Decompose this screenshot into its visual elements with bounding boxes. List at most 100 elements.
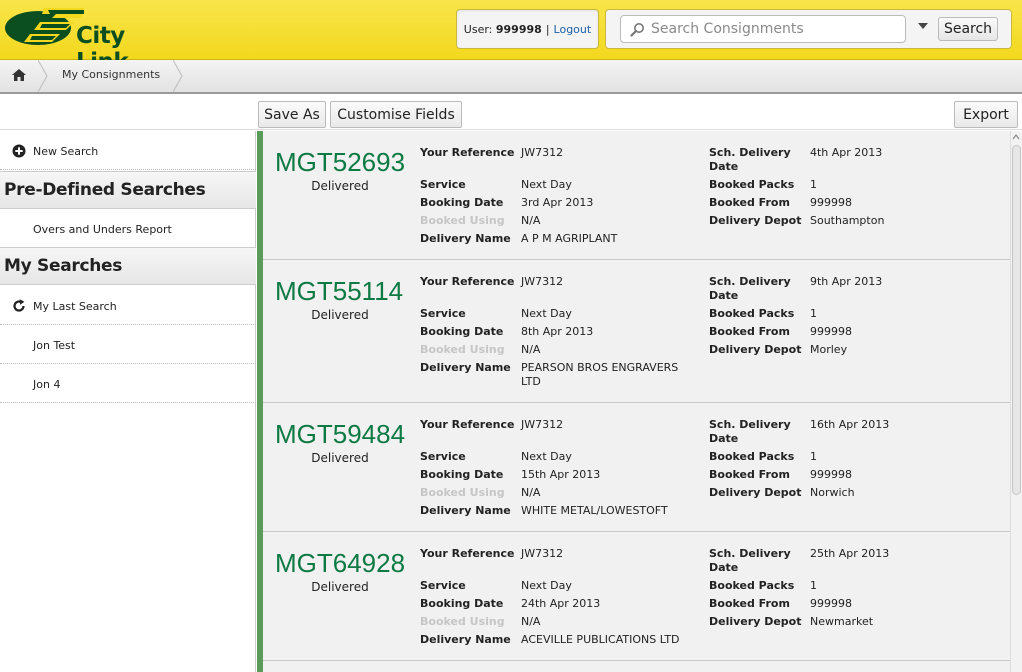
your-reference-label: Your Reference	[420, 146, 515, 159]
delivery-name-value: ACEVILLE PUBLICATIONS LTD	[521, 633, 680, 646]
customise-fields-button[interactable]: Customise Fields	[330, 101, 462, 128]
consignment-card[interactable]: MGT55114 Delivered Your Reference JW7312…	[263, 260, 1010, 403]
service-label: Service	[420, 450, 466, 463]
booked-using-value: N/A	[521, 486, 541, 499]
predefined-searches-heading: Pre-Defined Searches	[0, 171, 256, 209]
export-button[interactable]: Export	[954, 101, 1018, 128]
consignment-status: Delivered	[311, 580, 369, 594]
scrollbar-thumb[interactable]	[1012, 145, 1021, 495]
sidebar-item-label: My Last Search	[33, 300, 117, 313]
your-reference-value: JW7312	[521, 547, 564, 560]
booked-packs-label: Booked Packs	[709, 450, 795, 463]
sidebar-item-label: Overs and Unders Report	[33, 223, 172, 236]
city-link-logo[interactable]: City Link	[4, 4, 174, 75]
consignment-number[interactable]: MGT64928	[275, 548, 405, 579]
search-options-dropdown-icon[interactable]	[917, 20, 929, 32]
delivery-depot-value: Norwich	[810, 486, 855, 499]
save-as-button[interactable]: Save As	[258, 101, 326, 128]
results-toolbar: Save As Customise Fields Export	[0, 95, 1022, 130]
breadcrumb-home[interactable]	[0, 60, 40, 92]
your-reference-value: JW7312	[521, 418, 564, 431]
delivery-depot-label: Delivery Depot	[709, 486, 802, 499]
booked-packs-value: 1	[810, 579, 817, 592]
sidebar-item-new-search[interactable]: New Search	[0, 131, 256, 170]
sch-delivery-label: Sch. Delivery	[709, 418, 791, 431]
sidebar-item-label: Jon Test	[33, 339, 76, 352]
booked-packs-value: 1	[810, 450, 817, 463]
sch-delivery-date-value: 25th Apr 2013	[810, 547, 890, 560]
booking-date-value: 15th Apr 2013	[521, 468, 601, 481]
booked-using-label: Booked Using	[420, 343, 505, 356]
booked-using-value: N/A	[521, 615, 541, 628]
booked-from-value: 999998	[810, 597, 852, 610]
booked-using-label: Booked Using	[420, 615, 505, 628]
user-box: User: 999998 | Logout	[456, 9, 599, 49]
delivery-name-value: A P M AGRIPLANT	[521, 232, 618, 245]
scroll-up-icon[interactable]	[1011, 133, 1021, 141]
booked-packs-value: 1	[810, 307, 817, 320]
logo-swoosh-icon	[5, 8, 90, 45]
sidebar-item-jon-test[interactable]: Jon Test	[0, 325, 256, 364]
booked-using-value: N/A	[521, 343, 541, 356]
service-value: Next Day	[521, 178, 572, 191]
breadcrumb-current[interactable]: My Consignments	[62, 68, 160, 81]
delivery-name-label: Delivery Name	[420, 504, 511, 517]
service-value: Next Day	[521, 307, 572, 320]
booking-date-value: 24th Apr 2013	[521, 597, 601, 610]
search-button[interactable]: Search	[938, 17, 998, 41]
consignment-status: Delivered	[311, 179, 369, 193]
consignment-card[interactable]: MGT52693 Delivered Your Reference JW7312…	[263, 131, 1010, 260]
search-input[interactable]	[651, 19, 901, 39]
delivery-depot-value: Southampton	[810, 214, 885, 227]
consignment-number[interactable]: MGT52693	[275, 147, 405, 178]
consignment-card[interactable]	[263, 661, 1010, 672]
delivery-depot-value: Morley	[810, 343, 848, 356]
service-label: Service	[420, 307, 466, 320]
delivery-name-label: Delivery Name	[420, 232, 511, 245]
booking-date-label: Booking Date	[420, 468, 504, 481]
sch-delivery-date-value: 4th Apr 2013	[810, 146, 883, 159]
search-icon	[630, 23, 644, 37]
plus-circle-icon	[12, 144, 26, 158]
sidebar-item-jon-4[interactable]: Jon 4	[0, 364, 256, 403]
your-reference-value: JW7312	[521, 275, 564, 288]
booked-using-label: Booked Using	[420, 486, 505, 499]
consignment-list: MGT52693 Delivered Your Reference JW7312…	[257, 131, 1010, 672]
sidebar-item-overs-unders[interactable]: Overs and Unders Report	[0, 209, 256, 248]
service-value: Next Day	[521, 450, 572, 463]
logout-link[interactable]: Logout	[554, 23, 592, 36]
booked-packs-label: Booked Packs	[709, 307, 795, 320]
sidebar-item-label: Jon 4	[33, 378, 61, 391]
your-reference-label: Your Reference	[420, 547, 515, 560]
search-field[interactable]	[620, 15, 906, 43]
booking-date-value: 8th Apr 2013	[521, 325, 594, 338]
delivery-name-value: PEARSON BROS ENGRAVERS	[521, 361, 679, 374]
delivery-depot-label: Delivery Depot	[709, 214, 802, 227]
consignment-card[interactable]: MGT64928 Delivered Your Reference JW7312…	[263, 532, 1010, 661]
sch-delivery-date-label: Date	[709, 432, 739, 445]
breadcrumb: My Consignments	[0, 60, 1022, 94]
results-scrollbar[interactable]	[1010, 131, 1022, 672]
consignment-card[interactable]: MGT59484 Delivered Your Reference JW7312…	[263, 403, 1010, 532]
consignment-status: Delivered	[311, 308, 369, 322]
delivery-name-label: Delivery Name	[420, 633, 511, 646]
delivery-depot-label: Delivery Depot	[709, 343, 802, 356]
sidebar-item-last-search[interactable]: My Last Search	[0, 286, 256, 325]
user-id: 999998	[495, 22, 542, 36]
delivery-name-value-line-2: LTD	[521, 375, 541, 388]
consignment-status: Delivered	[311, 451, 369, 465]
booking-date-label: Booking Date	[420, 597, 504, 610]
sch-delivery-label: Sch. Delivery	[709, 547, 791, 560]
sch-delivery-date-label: Date	[709, 160, 739, 173]
booked-packs-value: 1	[810, 178, 817, 191]
booked-from-label: Booked From	[709, 468, 790, 481]
sch-delivery-date-label: Date	[709, 561, 739, 574]
your-reference-value: JW7312	[521, 146, 564, 159]
booked-packs-label: Booked Packs	[709, 178, 795, 191]
sidebar: New Search Pre-Defined Searches Overs an…	[0, 131, 256, 672]
consignment-number[interactable]: MGT55114	[275, 276, 403, 307]
sch-delivery-date-label: Date	[709, 289, 739, 302]
consignment-number[interactable]: MGT59484	[275, 419, 405, 450]
delivery-depot-value: Newmarket	[810, 615, 874, 628]
delivery-name-label: Delivery Name	[420, 361, 511, 374]
